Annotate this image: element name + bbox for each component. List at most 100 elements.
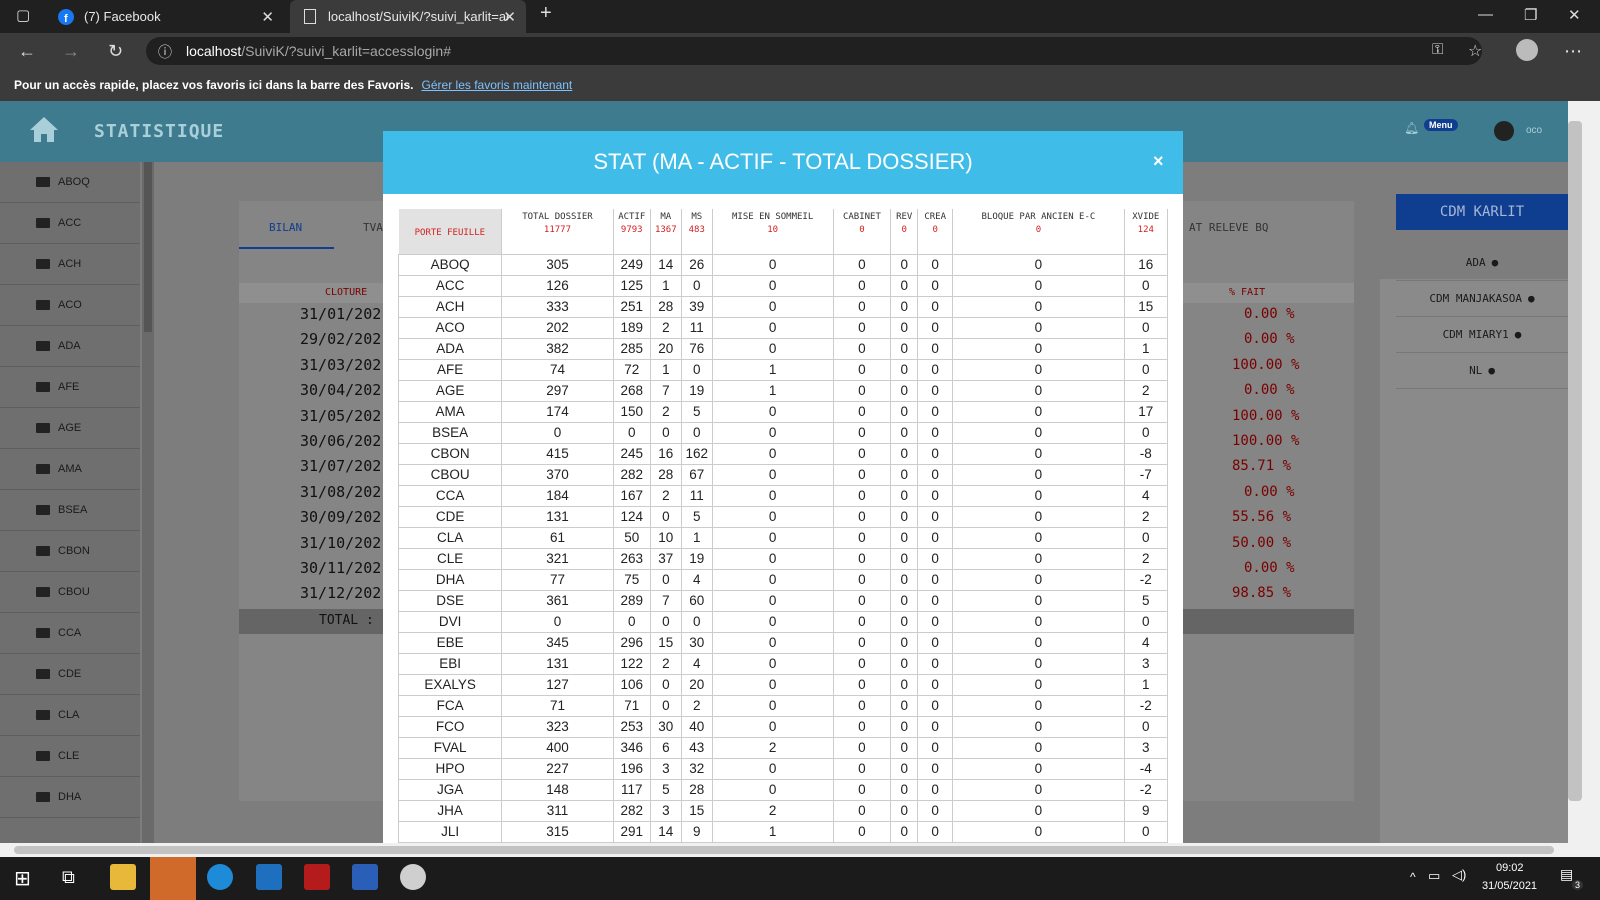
table-cell: 297 [501, 380, 614, 402]
cdm-karlit-button[interactable]: CDM KARLIT [1396, 194, 1568, 230]
info-icon[interactable]: ⓘ [158, 42, 172, 62]
filezilla-icon[interactable] [304, 864, 330, 890]
header-cell: XVIDE 124 [1124, 209, 1169, 255]
tab-facebook[interactable]: f (7) Facebook ✕ [46, 0, 284, 33]
sidebar-item-dha[interactable]: DHA [0, 777, 140, 818]
minimize-icon[interactable]: — [1478, 6, 1493, 23]
file-explorer-icon[interactable] [110, 864, 136, 890]
table-cell: 0 [917, 716, 954, 738]
right-user-item[interactable]: CDM MIARY1 ● [1396, 317, 1568, 353]
sidebar-item-bsea[interactable]: BSEA [0, 490, 140, 531]
home-icon[interactable] [28, 115, 60, 146]
manage-favorites-link[interactable]: Gérer les favoris maintenant [422, 78, 573, 92]
notification-icon[interactable]: ▤ [1560, 866, 1573, 883]
close-tab-icon[interactable]: ✕ [503, 8, 516, 26]
table-cell: 0 [833, 464, 892, 486]
table-cell: 0 [833, 317, 892, 339]
task-view-icon[interactable]: ⧉ [62, 867, 75, 888]
paint-icon[interactable] [400, 864, 426, 890]
sidebar-item-aco[interactable]: ACO [0, 285, 140, 326]
table-cell: 0 [917, 464, 954, 486]
sidebar-item-cbon[interactable]: CBON [0, 531, 140, 572]
word-icon[interactable] [352, 864, 378, 890]
tab-localhost[interactable]: localhost/SuiviK/?suivi_karlit=acc ✕ [290, 0, 526, 33]
table-cell: 0 [833, 275, 892, 297]
sidebar-item-cla[interactable]: CLA [0, 695, 140, 736]
sidebar-item-acc[interactable]: ACC [0, 203, 140, 244]
sidebar-item-ach[interactable]: ACH [0, 244, 140, 285]
right-user-item[interactable]: NL ● [1396, 353, 1568, 389]
tab-bilan[interactable]: BILAN [269, 221, 302, 234]
table-header-row: PORTE FEUILLE TOTAL DOSSIER 11777 ACTIF 9793… [398, 209, 1169, 255]
profile-icon[interactable] [1516, 39, 1538, 61]
sidebar-item-cde[interactable]: CDE [0, 654, 140, 695]
close-window-icon[interactable]: ✕ [1568, 6, 1581, 24]
sidebar-item-afe[interactable]: AFE [0, 367, 140, 408]
table-cell: 0 [1124, 317, 1169, 339]
windows-start-icon[interactable]: ⊞ [14, 866, 31, 891]
sidebar-item-age[interactable]: AGE [0, 408, 140, 449]
table-cell: 0 [952, 611, 1125, 633]
right-user-item[interactable]: CDM MANJAKASOA ● [1396, 281, 1568, 317]
pct-fait: 0.00 % [1244, 560, 1295, 576]
tab-tva[interactable]: TVA [363, 221, 383, 234]
horizontal-scrollbar[interactable] [0, 843, 1568, 857]
table-cell: CCA [397, 485, 503, 507]
restore-icon[interactable]: ❐ [1524, 6, 1537, 24]
table-cell: 0 [833, 800, 892, 822]
table-cell: 6 [650, 737, 682, 759]
favorites-icon[interactable]: ☆ [1468, 41, 1482, 61]
table-cell: 28 [650, 464, 682, 486]
sidebar-item-ada[interactable]: ADA [0, 326, 140, 367]
pct-fait: 0.00 % [1244, 331, 1295, 348]
table-cell: 0 [712, 548, 834, 570]
tab-releve[interactable]: AT RELEVE BQ [1189, 221, 1268, 234]
new-tab-icon[interactable]: + [540, 2, 552, 25]
table-cell: 0 [952, 632, 1125, 654]
table-cell: 77 [501, 569, 614, 591]
sidebar-scrollbar[interactable] [142, 162, 154, 843]
table-cell: 5 [681, 401, 713, 423]
table-cell: CBON [397, 443, 503, 465]
volume-icon[interactable]: ◁) [1452, 867, 1466, 883]
tray-arrow-icon[interactable]: ^ [1410, 870, 1416, 884]
bell-icon[interactable]: 🔔︎ [1404, 121, 1419, 135]
table-cell: 0 [890, 737, 919, 759]
sidebar-item-aboq[interactable]: ABOQ [0, 162, 140, 203]
table-cell: 14 [650, 254, 682, 276]
id-card-icon [36, 751, 50, 761]
table-cell: 0 [712, 401, 834, 423]
tab-actions-icon[interactable]: ▢ [16, 6, 30, 24]
table-cell: 3 [650, 800, 682, 822]
table-cell: 0 [650, 674, 682, 696]
table-cell: 0 [833, 443, 892, 465]
sidebar-item-cbou[interactable]: CBOU [0, 572, 140, 613]
table-cell: 0 [890, 674, 919, 696]
table-cell: 1 [650, 275, 682, 297]
edge-icon[interactable] [207, 864, 233, 890]
table-cell: 131 [501, 506, 614, 528]
key-icon[interactable]: ⚿ [1432, 41, 1443, 58]
sidebar-item-cle[interactable]: CLE [0, 736, 140, 777]
close-modal-button[interactable]: × [1153, 151, 1164, 172]
table-cell: 150 [613, 401, 651, 423]
refresh-icon[interactable]: ↻ [108, 41, 123, 62]
sidebar-item-ama[interactable]: AMA [0, 449, 140, 490]
sidebar-item-label: CBOU [58, 586, 90, 598]
vertical-scrollbar[interactable] [1568, 101, 1600, 857]
app-s-icon[interactable] [150, 857, 196, 900]
table-cell: 3 [1124, 737, 1169, 759]
sidebar-item-cca[interactable]: CCA [0, 613, 140, 654]
address-bar[interactable]: ⓘ localhost/SuiviK/?suivi_karlit=accessl… [146, 37, 1482, 65]
more-icon[interactable]: ⋯ [1564, 41, 1582, 62]
close-tab-icon[interactable]: ✕ [261, 8, 274, 26]
user-avatar[interactable] [1494, 121, 1514, 141]
back-icon[interactable]: ← [18, 41, 36, 62]
forward-icon[interactable]: → [62, 41, 80, 62]
header-total: 0 [859, 225, 865, 235]
network-icon[interactable]: ▭ [1428, 868, 1440, 884]
table-cell: 0 [681, 275, 713, 297]
menu-badge[interactable]: Menu [1424, 119, 1458, 131]
right-user-item[interactable]: ADA ● [1396, 245, 1568, 281]
vscode-icon[interactable] [256, 864, 282, 890]
